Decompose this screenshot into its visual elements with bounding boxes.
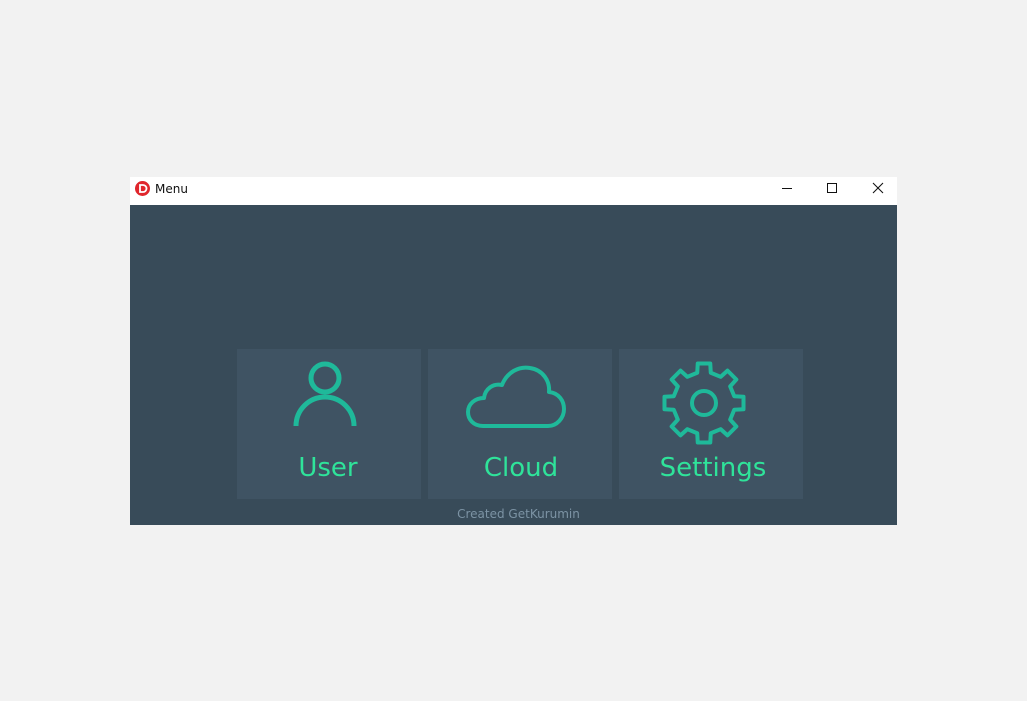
title-bar[interactable]: Menu: [130, 177, 897, 205]
close-button[interactable]: [855, 177, 901, 205]
cloud-tile[interactable]: Cloud: [428, 349, 612, 499]
gear-icon: [662, 361, 746, 445]
user-tile-label: User: [298, 453, 358, 483]
window-title: Menu: [155, 182, 188, 196]
cloud-tile-label: Cloud: [483, 453, 559, 483]
minimize-button[interactable]: [764, 177, 810, 205]
user-tile[interactable]: User: [237, 349, 421, 499]
close-icon: [872, 182, 884, 194]
user-icon: [293, 361, 357, 427]
app-window: Menu User Cloud Settings Created GetKuru…: [130, 177, 897, 525]
footer-credit: Created GetKurumin: [457, 507, 580, 521]
app-logo-icon: [135, 181, 150, 196]
cloud-icon: [466, 365, 566, 428]
maximize-icon: [827, 183, 837, 193]
settings-tile[interactable]: Settings: [619, 349, 803, 499]
minimize-icon: [782, 188, 792, 189]
maximize-button[interactable]: [809, 177, 855, 205]
settings-tile-label: Settings: [659, 453, 767, 483]
